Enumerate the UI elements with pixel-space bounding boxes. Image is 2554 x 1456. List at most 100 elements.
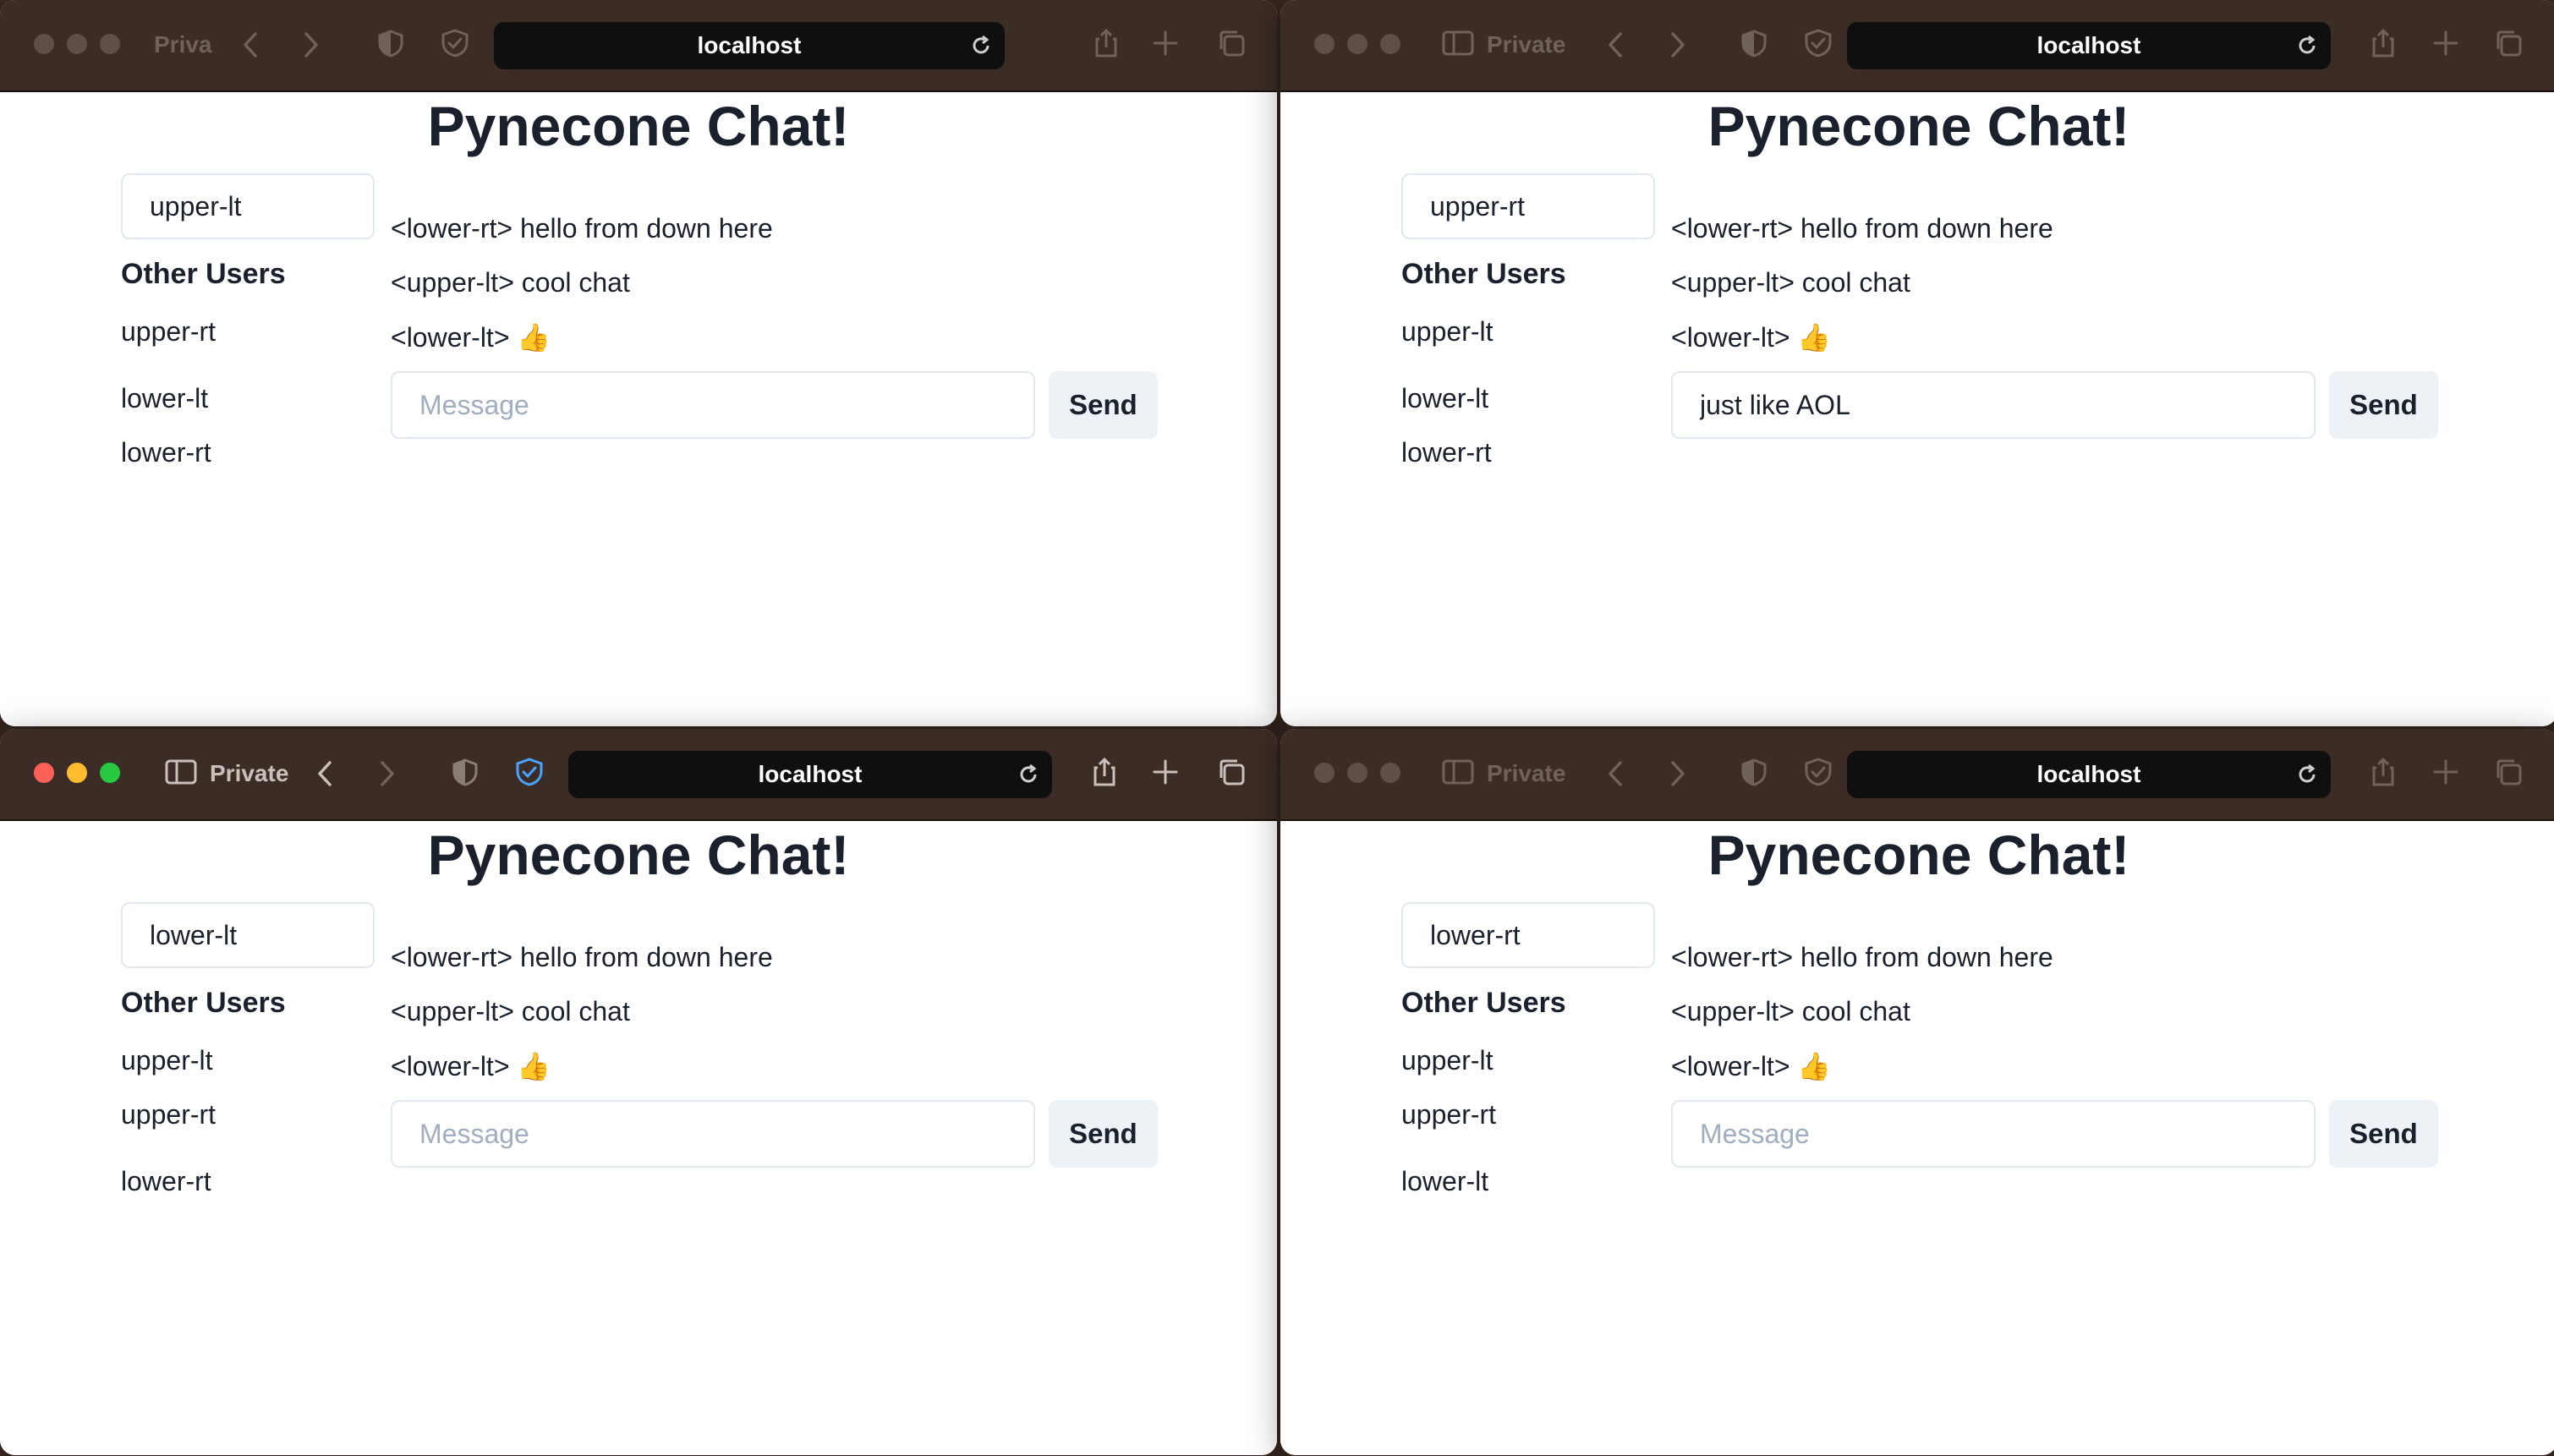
tabs-icon [1219,30,1245,57]
other-user-item: lower-lt [1401,383,1489,413]
shield-button[interactable] [1801,758,1835,786]
sidebar-button[interactable] [164,758,198,786]
address-bar[interactable]: localhost [1847,22,2331,69]
other-users-heading: Other Users [121,987,286,1019]
message-input[interactable] [1671,371,2316,439]
back-button[interactable] [1602,756,1631,791]
privacy-report-button[interactable] [1737,758,1771,786]
forward-button[interactable] [372,756,401,791]
address-bar[interactable]: localhost [1847,751,2331,798]
page-content: Pynecone Chat! Other Users upper-rt lowe… [0,92,1277,726]
reload-icon[interactable] [1017,763,1040,786]
chat-message: <lower-rt> hello from down here [391,942,773,972]
privacy-report-button[interactable] [1737,29,1771,57]
shield-button[interactable] [512,758,546,786]
send-button[interactable]: Send [2329,371,2438,439]
privacy-report-button[interactable] [374,29,408,57]
chevron-right-icon [304,32,318,57]
new-tab-button[interactable] [2429,758,2463,786]
half-shield-icon [1741,30,1767,57]
message-input[interactable] [391,371,1035,439]
other-user-item: lower-rt [121,437,211,468]
chat-message: <lower-rt> hello from down here [1671,213,2053,244]
back-button[interactable] [237,27,266,63]
other-user-item: upper-lt [1401,316,1493,347]
close-window-button[interactable] [1314,34,1335,54]
tab-overview-button[interactable] [1214,29,1248,57]
username-input[interactable] [121,902,375,968]
tab-overview-button[interactable] [1214,758,1248,786]
browser-window-lower-lt: Private localhost Pynecone Chat! Other [0,729,1277,1455]
url-text: localhost [2036,761,2141,787]
close-window-button[interactable] [34,763,54,783]
reload-icon[interactable] [969,34,993,57]
share-icon [1093,757,1115,786]
sidebar-icon [1442,30,1474,56]
tab-overview-button[interactable] [2491,758,2525,786]
sidebar-button[interactable] [1441,29,1475,57]
forward-button[interactable] [1663,756,1691,791]
username-input[interactable] [1401,902,1655,968]
plus-icon [1153,30,1178,56]
shield-button[interactable] [1801,29,1835,57]
shield-button[interactable] [438,29,472,57]
reload-icon[interactable] [2295,763,2319,786]
chat-message: <lower-rt> hello from down here [391,213,773,244]
chevron-right-icon [381,761,394,786]
message-input[interactable] [1671,1100,2316,1168]
other-user-item: upper-rt [121,1099,216,1130]
share-button[interactable] [1089,28,1123,57]
chat-message: <upper-lt> cool chat [391,996,630,1026]
share-button[interactable] [2366,28,2400,57]
forward-button[interactable] [1663,27,1691,63]
chevron-right-icon [1671,761,1685,786]
share-button[interactable] [2366,757,2400,786]
shield-check-icon [441,29,469,57]
close-window-button[interactable] [34,34,54,54]
back-button[interactable] [1602,27,1631,63]
page-content: Pynecone Chat! Other Users upper-lt uppe… [1280,821,2554,1455]
zoom-window-button[interactable] [1380,34,1400,54]
forward-button[interactable] [296,27,325,63]
address-bar[interactable]: localhost [494,22,1005,69]
window-controls [1314,763,1400,783]
minimize-window-button[interactable] [1347,34,1367,54]
tabs-icon [2496,30,2522,57]
reload-icon[interactable] [2295,34,2319,57]
tabs-icon [1219,759,1245,785]
plus-icon [2433,759,2458,785]
address-bar[interactable]: localhost [568,751,1052,798]
back-button[interactable] [311,756,340,791]
minimize-window-button[interactable] [67,34,87,54]
zoom-window-button[interactable] [1380,763,1400,783]
other-user-item: lower-rt [121,1166,211,1196]
browser-toolbar: Private localhost [1280,729,2554,821]
private-label: Priva [154,31,212,57]
message-input[interactable] [391,1100,1035,1168]
browser-window-upper-lt: Priva localhost Pynecone Chat! Other Us [0,0,1277,726]
browser-toolbar: Private localhost [0,729,1277,821]
new-tab-button[interactable] [1148,29,1182,57]
tab-overview-button[interactable] [2491,29,2525,57]
close-window-button[interactable] [1314,763,1335,783]
new-tab-button[interactable] [2429,29,2463,57]
browser-window-upper-rt: Private localhost Pynecone Chat! Other [1280,0,2554,726]
send-button[interactable]: Send [2329,1100,2438,1168]
sidebar-button[interactable] [1441,758,1475,786]
privacy-report-button[interactable] [448,758,482,786]
other-users-heading: Other Users [121,258,286,290]
half-shield-icon [452,758,478,786]
username-input[interactable] [1401,173,1655,239]
new-tab-button[interactable] [1148,758,1182,786]
url-text: localhost [697,32,802,58]
share-button[interactable] [1088,757,1121,786]
username-input[interactable] [121,173,375,239]
send-button[interactable]: Send [1049,371,1158,439]
minimize-window-button[interactable] [67,763,87,783]
zoom-window-button[interactable] [100,34,120,54]
zoom-window-button[interactable] [100,763,120,783]
page-title: Pynecone Chat! [1707,824,2130,886]
url-text: localhost [758,761,863,787]
minimize-window-button[interactable] [1347,763,1367,783]
send-button[interactable]: Send [1049,1100,1158,1168]
